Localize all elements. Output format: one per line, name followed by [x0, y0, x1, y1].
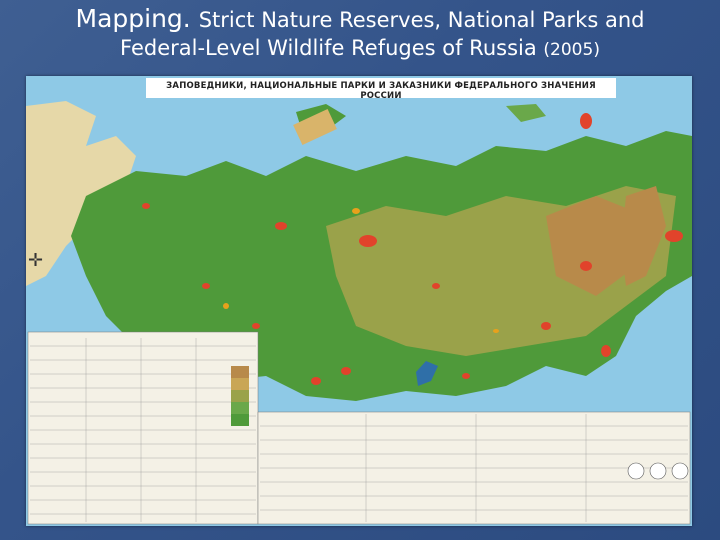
logo-2 — [649, 462, 667, 480]
map-image: ЗАПОВЕДНИКИ, НАЦИОНАЛЬНЫЕ ПАРКИ И ЗАКАЗН… — [26, 76, 692, 526]
title-line-1: Mapping. Strict Nature Reserves, Nationa… — [0, 4, 720, 34]
title-main: Mapping. — [75, 4, 191, 33]
map-header-text: ЗАПОВЕДНИКИ, НАЦИОНАЛЬНЫЕ ПАРКИ И ЗАКАЗН… — [166, 81, 596, 101]
title-sub: Strict Nature Reserves, National Parks a… — [198, 8, 645, 32]
elevation-legend — [231, 366, 249, 426]
logo-3 — [671, 462, 689, 480]
title-line-2: Federal-Level Wildlife Refuges of Russia… — [0, 36, 720, 61]
compass-rose-icon: ✛ — [28, 250, 44, 271]
legend-table-left — [27, 331, 259, 525]
map-header: ЗАПОВЕДНИКИ, НАЦИОНАЛЬНЫЕ ПАРКИ И ЗАКАЗН… — [146, 78, 616, 101]
title-year: (2005) — [543, 40, 600, 60]
logo-1 — [627, 462, 645, 480]
slide-title: Mapping. Strict Nature Reserves, Nationa… — [0, 4, 720, 61]
title-line2-text: Federal-Level Wildlife Refuges of Russia — [120, 36, 537, 60]
russia-map — [26, 76, 692, 526]
